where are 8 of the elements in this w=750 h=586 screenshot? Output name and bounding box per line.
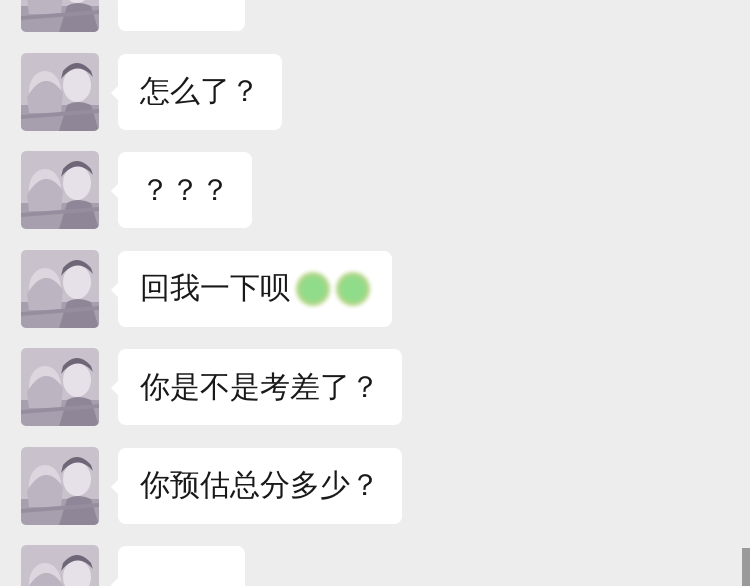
message-text: 你是不是考差了？ — [140, 368, 380, 406]
emoji-icon — [336, 272, 370, 306]
message-text: ？？？ — [140, 172, 230, 210]
message-text: 你预估总分多少？ — [140, 467, 380, 505]
emoji-icon — [296, 272, 330, 306]
message-text: 怎么了？ — [140, 73, 260, 111]
scrollbar[interactable] — [742, 548, 750, 586]
message-text: 回我一下呗 — [140, 270, 290, 308]
